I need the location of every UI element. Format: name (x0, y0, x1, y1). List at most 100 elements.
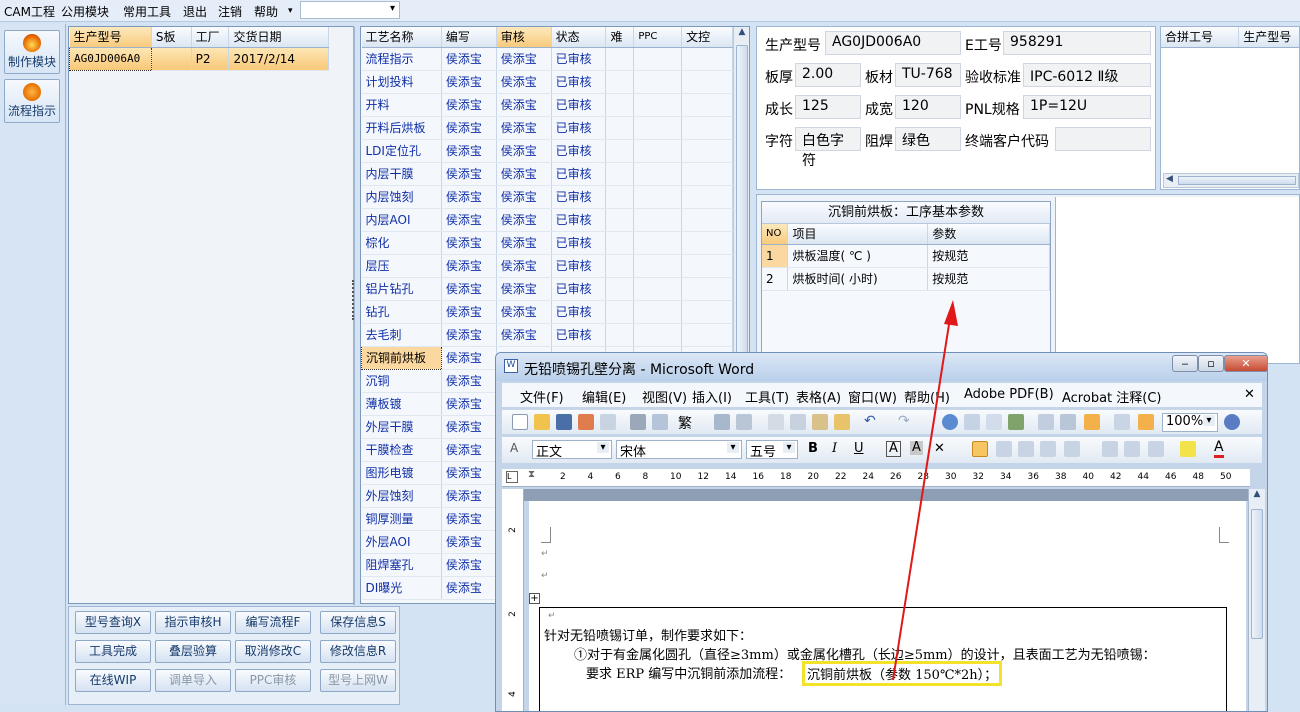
table-row[interactable]: AG0JD006A0 P2 2017/2/14 (69, 46, 329, 71)
review-instruction-button[interactable]: 指示审核H (155, 611, 231, 634)
process-ppc-cell[interactable] (633, 300, 683, 324)
word-menu-tools[interactable]: 工具(T) (745, 387, 789, 406)
orders-header-model[interactable]: 生产型号 (69, 27, 152, 48)
process-status-cell[interactable]: 已审核 (551, 116, 607, 140)
align-center-icon[interactable] (996, 441, 1012, 457)
table-row[interactable]: 计划投料 侯添宝 侯添宝 已审核 (361, 70, 733, 94)
doc-map-icon[interactable] (1084, 414, 1100, 430)
process-writer-cell[interactable]: 侯添宝 (441, 323, 497, 347)
process-status-cell[interactable]: 已审核 (551, 300, 607, 324)
flow-instruction-button[interactable]: 流程指示 (4, 79, 60, 123)
menu-exit[interactable]: 退出 (183, 3, 207, 20)
table-row[interactable]: 开料 侯添宝 侯添宝 已审核 (361, 93, 733, 117)
process-name-cell[interactable]: 计划投料 (361, 70, 442, 94)
process-ppc-cell[interactable] (633, 185, 683, 209)
style-select[interactable]: 正文 (532, 440, 612, 460)
process-difficulty-cell[interactable] (605, 277, 635, 301)
process-name-cell[interactable]: 内层干膜 (361, 162, 442, 186)
close-icon[interactable]: ✕ (1224, 355, 1267, 372)
process-ppc-cell[interactable] (633, 254, 683, 278)
model-field[interactable]: AG0JD006A0 (825, 31, 961, 55)
process-doc-control-cell[interactable] (681, 231, 733, 255)
process-difficulty-cell[interactable] (605, 185, 635, 209)
write-flow-button[interactable]: 编写流程F (235, 611, 311, 634)
merge-hscrollbar[interactable]: ◀ (1163, 173, 1299, 188)
process-name-cell[interactable]: LDI定位孔 (361, 139, 442, 163)
menu-common-tools[interactable]: 常用工具 (123, 3, 171, 20)
process-name-cell[interactable]: 铜厚测量 (361, 507, 442, 531)
table-row[interactable]: 2 烘板时间( 小时) 按规范 (762, 267, 1050, 291)
indent-marker-icon[interactable]: ⧗ (528, 469, 535, 480)
process-reviewer-cell[interactable]: 侯添宝 (496, 208, 552, 232)
stackup-check-button[interactable]: 叠层验算 (155, 640, 231, 663)
process-status-cell[interactable]: 已审核 (551, 254, 607, 278)
process-reviewer-cell[interactable]: 侯添宝 (496, 231, 552, 255)
word-titlebar[interactable]: W 无铅喷锡孔壁分离 - Microsoft Word ‒ ▫ ✕ (496, 353, 1267, 381)
param-value-cell[interactable]: 按规范 (927, 244, 1050, 268)
word-menu-view[interactable]: 视图(V) (642, 387, 687, 406)
process-status-cell[interactable]: 已审核 (551, 277, 607, 301)
process-status-cell[interactable]: 已审核 (551, 185, 607, 209)
process-difficulty-cell[interactable] (605, 162, 635, 186)
process-name-cell[interactable]: 沉铜 (361, 369, 442, 393)
font-color-icon[interactable]: A (1214, 440, 1224, 458)
process-doc-control-cell[interactable] (681, 208, 733, 232)
process-ppc-cell[interactable] (633, 162, 683, 186)
process-ppc-cell[interactable] (633, 116, 683, 140)
process-doc-control-cell[interactable] (681, 93, 733, 117)
process-reviewer-cell[interactable]: 侯添宝 (496, 300, 552, 324)
process-header-writer[interactable]: 编写 (441, 27, 497, 48)
help-icon[interactable] (1224, 414, 1240, 430)
process-name-cell[interactable]: 干膜检查 (361, 438, 442, 462)
model-query-button[interactable]: 型号查询X (75, 611, 151, 634)
menu-logout[interactable]: 注销 (218, 3, 242, 20)
process-doc-control-cell[interactable] (681, 300, 733, 324)
process-difficulty-cell[interactable] (605, 93, 635, 117)
table-row[interactable]: 1 烘板温度( ℃ ) 按规范 (762, 244, 1050, 268)
process-doc-control-cell[interactable] (681, 185, 733, 209)
table-row[interactable]: 棕化 侯添宝 侯添宝 已审核 (361, 231, 733, 255)
process-header-reviewer[interactable]: 审核 (496, 27, 552, 48)
columns-icon[interactable] (1038, 414, 1054, 430)
paragraph-mark-icon[interactable] (1138, 414, 1154, 430)
process-difficulty-cell[interactable] (605, 116, 635, 140)
process-name-cell[interactable]: 开料 (361, 93, 442, 117)
process-reviewer-cell[interactable]: 侯添宝 (496, 47, 552, 71)
word-menu-acrobat[interactable]: Acrobat 注释(C) (1062, 387, 1162, 406)
process-writer-cell[interactable]: 侯添宝 (441, 346, 497, 370)
process-ppc-cell[interactable] (633, 277, 683, 301)
print-preview-icon[interactable] (652, 414, 668, 430)
research-icon[interactable] (736, 414, 752, 430)
thickness-field[interactable]: 2.00 (795, 63, 861, 87)
process-reviewer-cell[interactable]: 侯添宝 (496, 254, 552, 278)
edit-info-button[interactable]: 修改信息R (320, 640, 396, 663)
menu-help[interactable]: 帮助 (254, 3, 278, 20)
process-ppc-cell[interactable] (633, 70, 683, 94)
ppc-review-button[interactable]: PPC审核 (235, 669, 311, 692)
order-factory-cell[interactable]: P2 (191, 47, 230, 71)
menu-overflow-icon[interactable]: ▾ (288, 6, 293, 16)
process-difficulty-cell[interactable] (605, 300, 635, 324)
process-name-cell[interactable]: 薄板镀 (361, 392, 442, 416)
process-name-cell[interactable]: 棕化 (361, 231, 442, 255)
cut-icon[interactable] (768, 414, 784, 430)
align-right-icon[interactable] (1018, 441, 1034, 457)
process-name-cell[interactable]: 流程指示 (361, 47, 442, 71)
standard-field[interactable]: IPC-6012 Ⅱ级 (1023, 63, 1151, 87)
process-status-cell[interactable]: 已审核 (551, 47, 607, 71)
open-folder-icon[interactable] (534, 414, 550, 430)
process-name-cell[interactable]: 开料后烘板 (361, 116, 442, 140)
process-header-name[interactable]: 工艺名称 (361, 27, 442, 48)
process-status-cell[interactable]: 已审核 (551, 93, 607, 117)
orders-header-date[interactable]: 交货日期 (228, 27, 329, 48)
new-doc-icon[interactable] (512, 414, 528, 430)
process-header-status[interactable]: 状态 (551, 27, 607, 48)
word-menu-insert[interactable]: 插入(I) (692, 387, 732, 406)
char-field[interactable]: 白色字符 (795, 127, 861, 169)
permission-icon[interactable] (578, 414, 594, 430)
process-ppc-cell[interactable] (633, 139, 683, 163)
word-menu-edit[interactable]: 编辑(E) (582, 387, 626, 406)
char-scale-icon[interactable]: ✕ (934, 441, 945, 456)
font-size-select[interactable]: 五号 (746, 440, 798, 460)
params-header-no[interactable]: NO (762, 224, 789, 245)
